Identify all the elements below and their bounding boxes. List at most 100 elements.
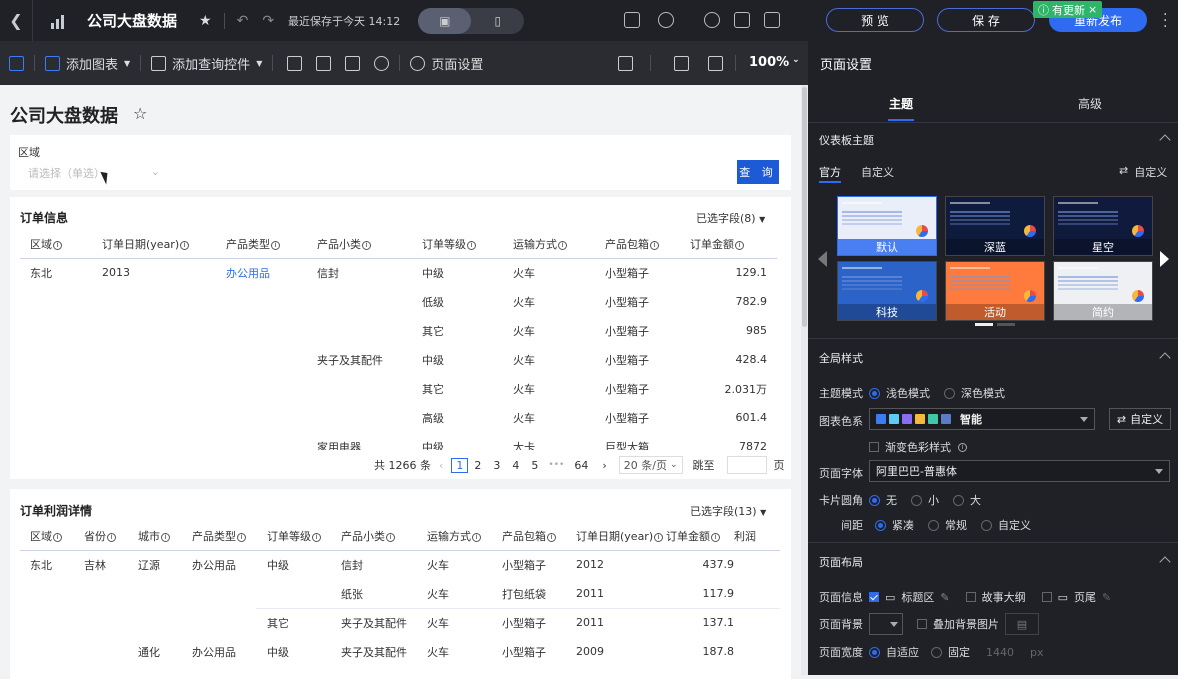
image-upload-icon[interactable]: ▤ bbox=[1005, 613, 1039, 635]
info-icon[interactable]: i bbox=[558, 241, 567, 250]
column-header[interactable]: 订单金额 i bbox=[666, 522, 734, 550]
column-header[interactable]: 利润 bbox=[734, 522, 780, 550]
page-number-current[interactable]: 1 bbox=[451, 457, 469, 473]
page-ellipsis[interactable]: ••• bbox=[548, 460, 564, 470]
layout-icon[interactable] bbox=[9, 55, 24, 71]
carousel-dot[interactable] bbox=[975, 323, 993, 326]
title-area-label[interactable]: 标题区 bbox=[901, 589, 934, 605]
footer-label[interactable]: 页尾 bbox=[1074, 589, 1096, 605]
info-icon[interactable]: i bbox=[472, 533, 481, 542]
info-icon[interactable]: i bbox=[107, 533, 116, 542]
lock-icon[interactable] bbox=[624, 12, 640, 28]
width-input[interactable]: 1440 bbox=[986, 646, 1014, 659]
theme-tab-official[interactable]: 官方 bbox=[819, 164, 841, 180]
column-header[interactable]: 省份 i bbox=[84, 522, 138, 550]
overlay-bg-checkbox[interactable] bbox=[917, 619, 927, 629]
column-header[interactable]: 订单等级 i bbox=[422, 230, 513, 258]
overlay-bg-label[interactable]: 叠加背景图片 bbox=[933, 616, 999, 632]
column-header[interactable]: 产品类型 i bbox=[192, 522, 267, 550]
column-header[interactable]: 区域 i bbox=[30, 230, 102, 258]
checklist-icon[interactable] bbox=[708, 56, 723, 71]
column-header[interactable]: 产品小类 i bbox=[341, 522, 427, 550]
save-button[interactable]: 保 存 bbox=[937, 8, 1035, 32]
tab-container-icon[interactable] bbox=[287, 55, 303, 71]
spacing-normal-label[interactable]: 常规 bbox=[945, 517, 967, 533]
corner-none-label[interactable]: 无 bbox=[886, 492, 897, 508]
spacing-custom-label[interactable]: 自定义 bbox=[998, 517, 1031, 533]
outline-label[interactable]: 故事大纲 bbox=[982, 589, 1026, 605]
column-header[interactable]: 订单日期(year) i bbox=[576, 522, 666, 550]
update-badge[interactable]: ⓘ 有更新 × bbox=[1033, 1, 1103, 18]
gradient-checkbox[interactable] bbox=[869, 442, 879, 452]
tab-theme[interactable]: 主题 bbox=[889, 95, 913, 112]
link-icon[interactable] bbox=[374, 55, 390, 71]
prev-page-icon[interactable]: ‹ bbox=[439, 459, 443, 472]
info-icon[interactable]: i bbox=[362, 241, 371, 250]
corner-small-radio[interactable] bbox=[911, 494, 922, 506]
info-icon[interactable]: i bbox=[53, 533, 62, 542]
info-icon[interactable]: i bbox=[650, 241, 659, 250]
info-icon[interactable]: i bbox=[312, 533, 321, 542]
page-number[interactable]: 64 bbox=[574, 459, 588, 472]
column-header[interactable]: 产品小类 i bbox=[317, 230, 422, 258]
undo-icon[interactable]: ↶ bbox=[237, 13, 249, 29]
info-icon[interactable]: i bbox=[237, 533, 246, 542]
info-icon[interactable]: i bbox=[735, 241, 744, 250]
info-icon[interactable]: i bbox=[180, 241, 190, 250]
redo-icon[interactable]: ↷ bbox=[262, 13, 274, 29]
adaptive-radio[interactable] bbox=[869, 646, 880, 658]
carousel-dot[interactable] bbox=[997, 323, 1015, 326]
mobile-icon[interactable]: ▯ bbox=[471, 8, 524, 34]
edit-icon[interactable]: ✎ bbox=[1102, 591, 1111, 604]
column-header[interactable]: 订单等级 i bbox=[267, 522, 341, 550]
fixed-label[interactable]: 固定 bbox=[948, 644, 970, 660]
file-settings-icon[interactable] bbox=[734, 12, 750, 28]
chevron-up-icon[interactable] bbox=[1159, 352, 1171, 364]
preview-button[interactable]: 预 览 bbox=[826, 8, 924, 32]
theme-custom-button[interactable]: ⇄ 自定义 bbox=[1119, 164, 1167, 180]
page-number[interactable]: 5 bbox=[531, 459, 538, 472]
spacing-custom-radio[interactable] bbox=[981, 519, 992, 531]
info-icon[interactable]: i bbox=[53, 241, 62, 250]
profit-fields-selector[interactable]: 已选字段(13) ▼ bbox=[690, 503, 766, 519]
page-size-select[interactable]: 20 条/页 ⌄ bbox=[618, 456, 683, 474]
adaptive-label[interactable]: 自适应 bbox=[886, 644, 919, 660]
palette-custom-button[interactable]: ⇄ 自定义 bbox=[1109, 408, 1171, 430]
info-icon[interactable]: i bbox=[467, 241, 476, 250]
theme-card[interactable]: 简约 bbox=[1053, 261, 1153, 321]
light-mode-radio[interactable] bbox=[869, 387, 880, 399]
corner-large-label[interactable]: 大 bbox=[970, 492, 981, 508]
page-number[interactable]: 3 bbox=[493, 459, 500, 472]
column-header[interactable]: 城市 i bbox=[138, 522, 192, 550]
theme-card[interactable]: 默认 bbox=[837, 196, 937, 256]
more-vertical-icon[interactable]: · · · bbox=[1163, 8, 1167, 34]
light-mode-label[interactable]: 浅色模式 bbox=[886, 385, 930, 401]
chevron-up-icon[interactable] bbox=[1159, 556, 1171, 568]
carousel-prev-icon[interactable] bbox=[818, 251, 827, 267]
dark-mode-radio[interactable] bbox=[944, 387, 955, 399]
scrollbar-thumb[interactable] bbox=[802, 87, 807, 327]
plugin-icon[interactable] bbox=[764, 12, 780, 28]
add-chart-menu[interactable]: 添加图表 ▼ bbox=[45, 54, 130, 73]
column-header[interactable]: 区域 i bbox=[30, 522, 84, 550]
corner-large-radio[interactable] bbox=[953, 494, 964, 506]
image-icon[interactable] bbox=[345, 55, 361, 71]
info-icon[interactable]: i bbox=[271, 241, 280, 250]
jump-page-input[interactable] bbox=[726, 456, 767, 474]
outline-checkbox[interactable] bbox=[965, 592, 976, 602]
next-page-icon[interactable]: › bbox=[602, 459, 606, 472]
add-query-menu[interactable]: 添加查询控件 ▼ bbox=[151, 54, 262, 73]
device-switch[interactable]: ▣ ▯ bbox=[418, 7, 525, 34]
dashboard-title[interactable]: 公司大盘数据 bbox=[87, 10, 177, 31]
column-header[interactable]: 产品类型 i bbox=[226, 230, 317, 258]
title-area-checkbox[interactable] bbox=[869, 592, 879, 602]
column-header[interactable]: 产品包箱 i bbox=[502, 522, 576, 550]
palette-select[interactable]: 智能 bbox=[869, 408, 1095, 430]
page-number[interactable]: 4 bbox=[512, 459, 519, 472]
toolkit-icon[interactable] bbox=[674, 56, 689, 71]
fixed-radio[interactable] bbox=[931, 646, 942, 658]
column-header[interactable]: 订单日期(year) i bbox=[102, 230, 226, 258]
info-icon[interactable]: i bbox=[711, 533, 720, 542]
info-icon[interactable]: i bbox=[547, 533, 556, 542]
tab-advanced[interactable]: 高级 bbox=[1078, 95, 1102, 112]
